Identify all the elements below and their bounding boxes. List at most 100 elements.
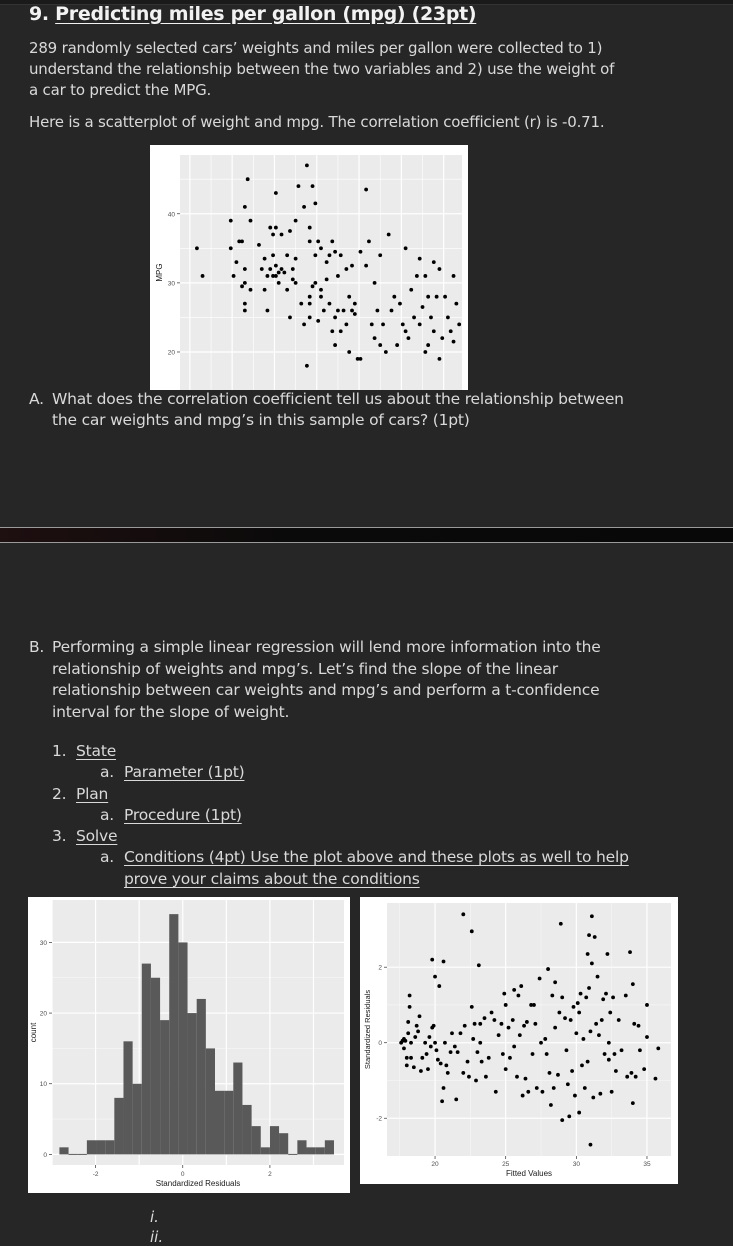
data-point bbox=[383, 350, 388, 354]
data-point bbox=[619, 1048, 624, 1053]
data-point bbox=[248, 218, 253, 223]
data-point bbox=[434, 294, 439, 299]
y-axis-label: count bbox=[29, 1022, 38, 1042]
data-point bbox=[242, 280, 247, 285]
data-point bbox=[273, 191, 278, 195]
data-point bbox=[437, 356, 442, 361]
data-point bbox=[469, 1004, 474, 1009]
data-point bbox=[506, 1025, 511, 1030]
data-point bbox=[242, 204, 247, 209]
data-point bbox=[537, 976, 542, 981]
data-point bbox=[467, 1074, 471, 1079]
data-point bbox=[350, 263, 354, 268]
data-point bbox=[403, 246, 408, 251]
data-point bbox=[564, 1048, 569, 1053]
residual-plot-svg: -2 0 2 20 25 30 35 Fitted Values Standardized Re… bbox=[363, 903, 671, 1178]
data-point bbox=[598, 1091, 603, 1096]
data-point bbox=[469, 929, 474, 934]
data-point bbox=[271, 253, 275, 258]
data-point bbox=[500, 1052, 505, 1056]
histogram-bar bbox=[86, 1140, 97, 1155]
data-point bbox=[279, 232, 284, 237]
substep-letter: a. bbox=[100, 848, 115, 867]
substep-conditions: a. Conditions (4pt) Use the plot above a… bbox=[52, 847, 629, 890]
data-point bbox=[313, 253, 318, 258]
data-point bbox=[265, 308, 270, 313]
data-point bbox=[310, 284, 315, 289]
data-point bbox=[609, 1089, 614, 1094]
histogram-bar bbox=[150, 977, 161, 1155]
data-point bbox=[242, 267, 247, 271]
data-point bbox=[403, 329, 408, 334]
data-point bbox=[611, 995, 615, 1000]
data-point bbox=[568, 1018, 573, 1022]
data-point bbox=[372, 280, 377, 285]
data-point bbox=[268, 267, 273, 271]
data-point bbox=[550, 993, 555, 998]
data-point bbox=[503, 1003, 508, 1007]
data-point bbox=[409, 287, 414, 292]
data-point bbox=[307, 294, 312, 299]
data-point bbox=[352, 301, 357, 306]
data-point bbox=[259, 267, 264, 271]
y-axis-label: MPG bbox=[155, 263, 164, 281]
section-divider bbox=[0, 527, 733, 543]
data-point bbox=[424, 1052, 429, 1056]
data-point bbox=[493, 1089, 498, 1094]
data-point bbox=[534, 1086, 539, 1090]
part-b-line: Performing a simple linear regression wi… bbox=[52, 638, 601, 656]
data-point bbox=[333, 343, 337, 347]
data-point bbox=[319, 294, 323, 299]
histogram-bar bbox=[251, 1126, 261, 1155]
histogram-bar bbox=[242, 1104, 252, 1155]
part-b-question: B. Performing a simple linear regression… bbox=[29, 637, 669, 723]
histogram-bar bbox=[105, 1140, 115, 1155]
data-point bbox=[305, 363, 309, 368]
data-point bbox=[406, 1031, 411, 1036]
data-point bbox=[588, 1142, 593, 1147]
data-point bbox=[433, 974, 437, 979]
step-number: 2. bbox=[52, 784, 67, 803]
data-point bbox=[378, 343, 383, 347]
question-title: 9. Predicting miles per gallon (mpg) (23… bbox=[29, 3, 477, 25]
data-point bbox=[450, 1031, 454, 1036]
data-point bbox=[448, 1050, 453, 1055]
y-tick-label: 0 bbox=[43, 1152, 47, 1159]
data-point bbox=[242, 308, 247, 313]
data-point bbox=[433, 1040, 437, 1045]
data-point bbox=[492, 1018, 497, 1022]
data-point bbox=[293, 218, 298, 223]
data-point bbox=[625, 1074, 630, 1079]
data-point bbox=[307, 301, 312, 306]
step-label: Plan bbox=[76, 784, 109, 803]
data-point bbox=[420, 1055, 425, 1060]
x-tick-label: 2 bbox=[268, 1171, 272, 1178]
data-point bbox=[486, 1055, 491, 1060]
data-point bbox=[451, 274, 456, 278]
data-point bbox=[482, 1016, 487, 1021]
data-point bbox=[344, 322, 349, 327]
question-title-text: Predicting miles per gallon (mpg) (23pt) bbox=[55, 3, 477, 25]
step-plan: 2. Plan bbox=[52, 784, 629, 805]
data-point bbox=[358, 356, 363, 361]
part-a-line: the car weights and mpg’s in this sample… bbox=[52, 411, 470, 429]
data-point bbox=[282, 270, 287, 275]
scatter-caption: Here is a scatterplot of weight and mpg.… bbox=[29, 113, 605, 131]
data-point bbox=[307, 315, 312, 320]
data-point bbox=[200, 274, 205, 278]
data-point bbox=[502, 991, 507, 996]
x-axis-label: Standardized Residuals bbox=[156, 1179, 241, 1188]
data-point bbox=[369, 322, 374, 327]
data-point bbox=[262, 256, 267, 261]
data-point bbox=[452, 1044, 457, 1049]
data-point bbox=[455, 1050, 460, 1055]
y-tick-label: 30 bbox=[168, 280, 176, 287]
data-point bbox=[248, 287, 253, 292]
data-point bbox=[245, 177, 250, 182]
data-point bbox=[409, 1055, 413, 1060]
data-point bbox=[540, 1089, 545, 1094]
data-point bbox=[573, 1093, 577, 1098]
data-point bbox=[257, 242, 261, 247]
data-point bbox=[588, 1029, 593, 1034]
histogram-bar bbox=[96, 1140, 106, 1155]
